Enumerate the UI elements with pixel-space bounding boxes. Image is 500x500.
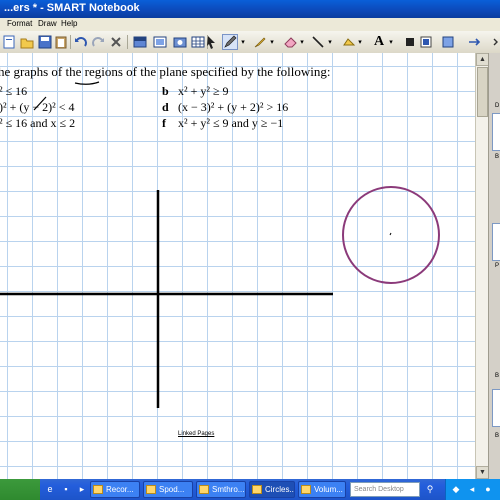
task-volume-icon: [301, 485, 311, 494]
eraser-icon[interactable]: [282, 34, 298, 50]
ink-layer: [0, 81, 440, 408]
start-button[interactable]: [0, 479, 40, 500]
window-titlebar[interactable]: ...ers * - SMART Notebook: [0, 0, 500, 18]
task-button-3[interactable]: Smthro...: [196, 481, 246, 498]
notebook-page[interactable]: he graphs of the regions of the plane sp…: [0, 53, 475, 479]
task-folder-icon: [146, 485, 156, 494]
tray-volume-icon[interactable]: ◂: [466, 483, 478, 495]
save-icon[interactable]: [37, 34, 53, 50]
open-icon[interactable]: [19, 34, 35, 50]
paste-icon[interactable]: [53, 34, 69, 50]
page-thumbnail-3[interactable]: [492, 389, 500, 427]
task-button-5[interactable]: Volum...: [298, 481, 346, 498]
page-thumbnail-2[interactable]: [492, 223, 500, 261]
menu-format[interactable]: Format: [7, 19, 32, 28]
eraser-dropdown-icon[interactable]: ▾: [298, 34, 306, 50]
window-title: ...ers * - SMART Notebook: [4, 2, 140, 14]
task-button-1[interactable]: Recor...: [90, 481, 140, 498]
ink-underline: [74, 81, 100, 85]
menu-draw[interactable]: Draw: [38, 19, 57, 28]
quicklaunch-desktop-icon[interactable]: ▪: [60, 483, 72, 495]
fill-swatch-icon[interactable]: [440, 34, 456, 50]
circle-center-mark: [389, 232, 392, 236]
sidebar-label-2: B: [495, 154, 500, 160]
sidebar-label-1: D: [495, 103, 500, 109]
full-screen-icon[interactable]: [152, 34, 168, 50]
menu-bar: Format Draw Help: [0, 18, 500, 31]
search-icon[interactable]: ⚲: [424, 483, 436, 495]
new-page-icon[interactable]: [1, 34, 17, 50]
quicklaunch-media-icon[interactable]: ▸: [76, 483, 88, 495]
shape-icon[interactable]: [341, 34, 357, 50]
windows-taskbar: e ▪ ▸ Recor... Spod... Smthro... Circles…: [0, 479, 500, 500]
text-icon[interactable]: A: [371, 34, 387, 50]
quicklaunch-ie-icon[interactable]: e: [44, 483, 56, 495]
task-button-2[interactable]: Spod...: [143, 481, 193, 498]
desktop-search-input[interactable]: Search Desktop: [350, 482, 420, 497]
undo-icon[interactable]: [73, 34, 89, 50]
task-button-4[interactable]: Circles...: [249, 481, 295, 498]
fill-icon[interactable]: [402, 34, 418, 50]
line-dropdown-icon[interactable]: ▾: [326, 34, 334, 50]
sidebar-label-3: P: [495, 263, 500, 269]
delete-icon[interactable]: [108, 34, 124, 50]
linked-pages-link[interactable]: Linked Pages: [178, 431, 214, 437]
scroll-thumb[interactable]: [477, 67, 488, 117]
pen-icon[interactable]: [222, 34, 238, 50]
page-thumbnail-1[interactable]: [492, 113, 500, 151]
redo-icon[interactable]: [90, 34, 106, 50]
sidebar-label-5: B: [495, 433, 500, 439]
line-icon[interactable]: [310, 34, 326, 50]
sidebar-label-4: B: [495, 373, 500, 379]
creative-pen-dropdown-icon[interactable]: ▾: [268, 34, 276, 50]
task-app-icon: [199, 485, 209, 494]
system-tray: ◆ ◂ ●: [445, 479, 500, 500]
move-toolbar-icon[interactable]: [466, 34, 482, 50]
page-sorter-sidebar: D B P B B: [488, 53, 500, 479]
toolbar: A ▾ ▾ ▾ ▾ ▾ ▾: [0, 31, 500, 54]
task-notebook-icon: [252, 485, 262, 494]
capture-icon[interactable]: [172, 34, 188, 50]
menu-help[interactable]: Help: [61, 19, 77, 28]
text-dropdown-icon[interactable]: ▾: [387, 34, 395, 50]
creative-pen-icon[interactable]: [252, 34, 268, 50]
drawn-circle: [342, 186, 440, 284]
tray-security-icon[interactable]: ●: [482, 483, 494, 495]
vertical-scrollbar[interactable]: ▲ ▼: [475, 53, 489, 479]
ink-slash: [33, 96, 47, 111]
tray-network-icon[interactable]: ◆: [450, 483, 462, 495]
pen-dropdown-icon[interactable]: ▾: [239, 34, 247, 50]
screen-shade-icon[interactable]: [132, 34, 148, 50]
task-folder-icon: [93, 485, 103, 494]
toolbar-more-icon[interactable]: [489, 34, 500, 50]
select-icon[interactable]: [204, 34, 220, 50]
shape-dropdown-icon[interactable]: ▾: [356, 34, 364, 50]
properties-icon[interactable]: [418, 34, 434, 50]
